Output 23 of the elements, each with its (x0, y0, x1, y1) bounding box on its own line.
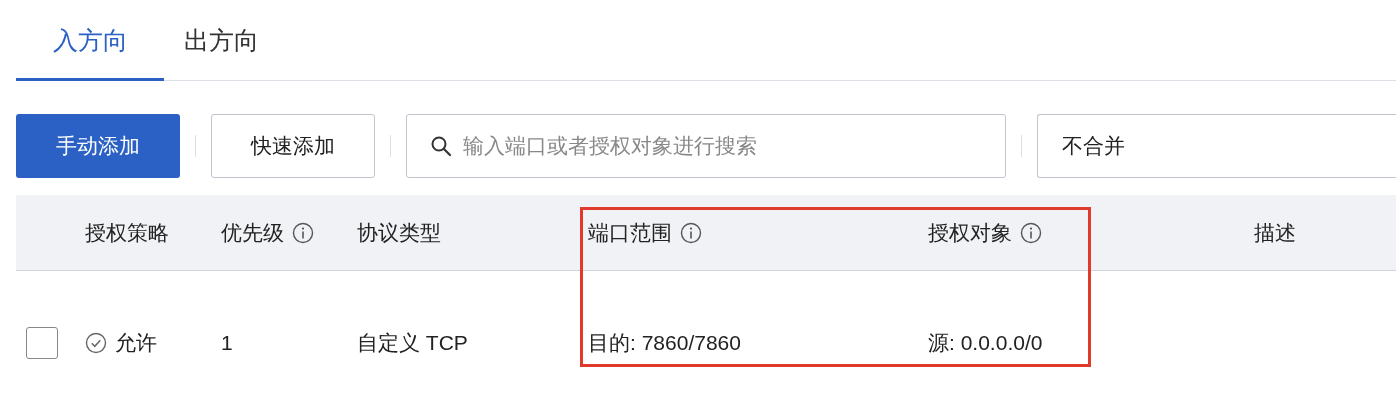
info-icon[interactable] (292, 221, 314, 244)
column-header: 授权策略 (85, 219, 169, 246)
add-button[interactable]: 手动添加 (16, 114, 180, 178)
column-header: 端口范围 (588, 219, 672, 246)
table-cell-text: 自定义 TCP (357, 330, 468, 357)
check-circle-icon (85, 332, 107, 354)
column-header: 协议类型 (357, 219, 441, 246)
checkbox[interactable] (26, 327, 58, 359)
merge-select[interactable]: 不合并 (1037, 114, 1396, 178)
table-cell-text: 目的: 7860/7860 (588, 330, 741, 357)
search-field[interactable]: 输入端口或者授权对象进行搜索 (406, 114, 1006, 178)
tab[interactable]: 入方向 (16, 0, 164, 81)
tab[interactable]: 出方向 (164, 0, 279, 81)
column-header: 授权对象 (928, 219, 1012, 246)
table-cell-text: 1 (221, 330, 233, 357)
table-cell-text: 允许 (115, 330, 157, 357)
info-icon[interactable] (1020, 221, 1042, 244)
quick-add-button[interactable]: 快速添加 (211, 114, 375, 178)
search-icon (430, 135, 452, 157)
table-cell-text: 源: 0.0.0.0/0 (928, 330, 1043, 357)
column-header: 描述 (1254, 219, 1296, 246)
info-icon[interactable] (680, 221, 702, 244)
column-header: 优先级 (221, 219, 284, 246)
